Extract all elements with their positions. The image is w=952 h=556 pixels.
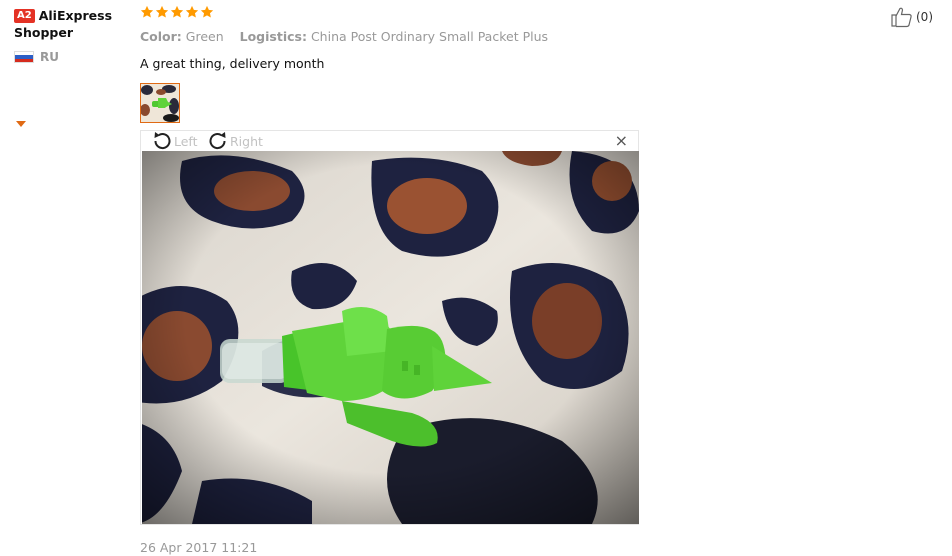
logistics-value: China Post Ordinary Small Packet Plus bbox=[310, 29, 549, 44]
star-icon bbox=[200, 5, 214, 18]
rotate-right-icon bbox=[209, 132, 226, 150]
review-body: Color: Green Logistics: China Post Ordin… bbox=[140, 5, 640, 123]
photo-viewer: Left Right × bbox=[140, 130, 639, 525]
rotate-left-button[interactable]: Left bbox=[151, 131, 198, 151]
review-text: A great thing, delivery month bbox=[140, 56, 325, 71]
russia-flag-icon bbox=[14, 51, 34, 63]
reviewer-info: A2 AliExpress Shopper RU bbox=[14, 7, 134, 64]
logistics-label: Logistics: bbox=[239, 29, 307, 44]
color-label: Color: bbox=[140, 29, 182, 44]
helpful-button[interactable]: (0) bbox=[890, 6, 933, 28]
star-icon bbox=[170, 5, 184, 18]
star-icon bbox=[185, 5, 199, 18]
level-badge: A2 bbox=[14, 9, 35, 23]
review-photo bbox=[142, 151, 639, 524]
rotate-right-button[interactable]: Right bbox=[207, 131, 263, 151]
review-date: 26 Apr 2017 11:21 bbox=[140, 540, 258, 555]
close-viewer-button[interactable]: × bbox=[615, 133, 628, 149]
thumbnail-pointer bbox=[16, 121, 26, 127]
rotate-left-label: Left bbox=[174, 133, 198, 149]
thumbnail-image bbox=[141, 84, 179, 122]
helpful-count: (0) bbox=[916, 10, 933, 24]
rotate-right-label: Right bbox=[230, 133, 263, 149]
color-value: Green bbox=[185, 29, 224, 44]
rating-stars bbox=[140, 5, 640, 23]
viewer-toolbar: Left Right × bbox=[141, 131, 638, 151]
star-icon bbox=[155, 5, 169, 18]
rotate-left-icon bbox=[154, 132, 171, 150]
star-icon bbox=[140, 5, 154, 18]
review-photo-image bbox=[142, 151, 639, 524]
country-code: RU bbox=[40, 50, 59, 64]
reviewer-name-block: A2 AliExpress Shopper bbox=[14, 7, 134, 41]
order-attributes: Color: Green Logistics: China Post Ordin… bbox=[140, 29, 640, 45]
reviewer-country: RU bbox=[14, 50, 134, 64]
thumbs-up-icon bbox=[891, 7, 912, 28]
review-photo-thumbnail[interactable] bbox=[140, 83, 180, 123]
